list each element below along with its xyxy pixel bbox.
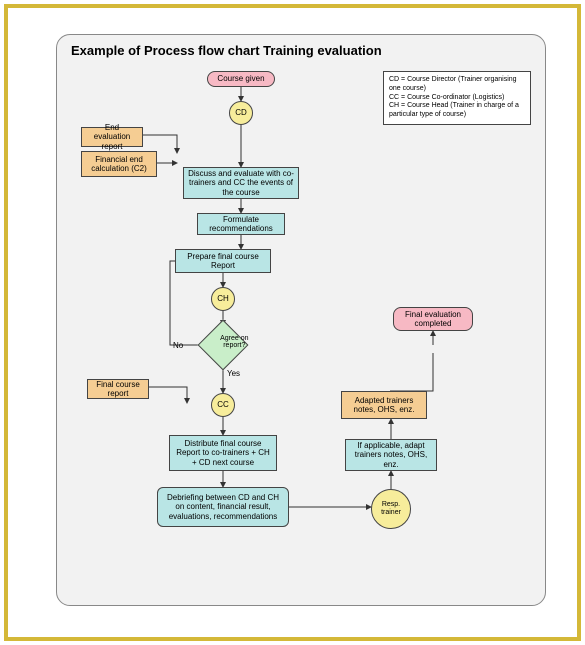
node-adapted-notes: Adapted trainers notes, OHS, enz. [341, 391, 427, 419]
node-discuss-evaluate: Discuss and evaluate with co-trainers an… [183, 167, 299, 199]
node-prepare-report: Prepare final course Report [175, 249, 271, 273]
legend-line: CH = Course Head (Trainer in charge of a… [389, 102, 525, 120]
label-yes: Yes [227, 369, 240, 378]
label-no: No [173, 341, 183, 350]
node-resp-trainer: Resp. trainer [371, 489, 411, 529]
legend-line: CC = Course Co-ordinator (Logistics) [389, 94, 525, 103]
outer-frame: Example of Process flow chart Training e… [4, 4, 581, 641]
node-final-course-report: Final course report [87, 379, 149, 399]
node-debriefing: Debriefing between CD and CH on content,… [157, 487, 289, 527]
node-formulate-recommendations: Formulate recommendations [197, 213, 285, 235]
flowchart-panel: Example of Process flow chart Training e… [56, 34, 546, 606]
legend-line: CD = Course Director (Trainer organising… [389, 76, 525, 94]
legend-box: CD = Course Director (Trainer organising… [383, 71, 531, 125]
node-cc: CC [211, 393, 235, 417]
node-agree-decision: Agree on report? [198, 320, 249, 371]
chart-title: Example of Process flow chart Training e… [71, 43, 382, 58]
node-distribute: Distribute final course Report to co-tra… [169, 435, 277, 471]
node-adapt-notes: If applicable, adapt trainers notes, OHS… [345, 439, 437, 471]
node-financial-end-calc: Financial end calculation (C2) [81, 151, 157, 177]
node-end-evaluation-report: End evaluation report [81, 127, 143, 147]
node-start: Course given [207, 71, 275, 87]
node-final-evaluation: Final evaluation completed [393, 307, 473, 331]
node-ch: CH [211, 287, 235, 311]
node-cd: CD [229, 101, 253, 125]
